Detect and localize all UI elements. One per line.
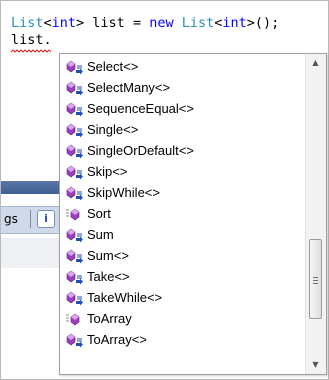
type-name: List	[11, 15, 44, 31]
completion-item-label: Sort	[87, 206, 111, 221]
info-icon[interactable]: i	[37, 210, 55, 228]
completion-item-label: Skip<>	[87, 164, 128, 179]
completion-item-label: SequenceEqual<>	[87, 101, 194, 116]
completion-item-label: Select<>	[87, 59, 139, 74]
completion-item[interactable]: Skip<>	[60, 161, 306, 182]
extension-method-icon	[65, 227, 85, 243]
completion-item[interactable]: Sum<>	[60, 245, 306, 266]
error-squiggle	[11, 49, 51, 53]
completion-item[interactable]: SelectMany<>	[60, 77, 306, 98]
code-text: >();	[246, 15, 280, 31]
completion-item-label: SelectMany<>	[87, 80, 171, 95]
completion-item-label: Single<>	[87, 122, 139, 137]
scroll-thumb[interactable]	[309, 239, 322, 319]
type-name: List	[181, 15, 215, 31]
grip-line	[313, 280, 318, 281]
completion-item[interactable]: SingleOrDefault<>	[60, 140, 306, 161]
completion-item[interactable]: ToArray<>	[60, 329, 306, 350]
scroll-up-arrow-icon[interactable]: ▲	[306, 54, 325, 72]
extension-method-icon	[65, 185, 85, 201]
extension-method-icon	[65, 290, 85, 306]
completion-item[interactable]: Single<>	[60, 119, 306, 140]
completion-item[interactable]: Sum	[60, 224, 306, 245]
background-panel	[1, 238, 59, 268]
completion-item-label: Sum<>	[87, 248, 129, 263]
background-separator	[30, 210, 31, 228]
completion-item-label: TakeWhile<>	[87, 290, 163, 305]
completion-list[interactable]: Select<> SelectMany<> SequenceEqual<> Singl…	[60, 56, 306, 350]
extension-method-icon	[65, 332, 85, 348]
vertical-scrollbar[interactable]: ▲ ▼	[305, 54, 326, 374]
completion-item[interactable]: Select<>	[60, 56, 306, 77]
completion-item-label: SkipWhile<>	[87, 185, 160, 200]
completion-item[interactable]: SequenceEqual<>	[60, 98, 306, 119]
keyword-new: new	[149, 15, 174, 31]
completion-item-label: ToArray<>	[87, 332, 147, 347]
code-line-2: list.	[11, 32, 52, 48]
completion-item[interactable]: TakeWhile<>	[60, 287, 306, 308]
completion-item-label: SingleOrDefault<>	[87, 143, 194, 158]
completion-item-label: Sum	[87, 227, 114, 242]
completion-item-label: ToArray	[87, 311, 132, 326]
completion-item[interactable]: Take<>	[60, 266, 306, 287]
completion-item[interactable]: SkipWhile<>	[60, 182, 306, 203]
extension-method-icon	[65, 269, 85, 285]
method-icon	[65, 311, 85, 327]
intellisense-popup[interactable]: Select<> SelectMany<> SequenceEqual<> Singl…	[59, 53, 327, 375]
method-icon	[65, 206, 85, 222]
extension-method-icon	[65, 122, 85, 138]
generic-open: <	[43, 15, 52, 31]
extension-method-icon	[65, 248, 85, 264]
extension-method-icon	[65, 101, 85, 117]
completion-item[interactable]: Sort	[60, 203, 306, 224]
extension-method-icon	[65, 164, 85, 180]
code-text: > list =	[76, 15, 150, 31]
extension-method-icon	[65, 59, 85, 75]
completion-item[interactable]: ToArray	[60, 308, 306, 329]
background-tab-label: gs	[4, 212, 18, 226]
extension-method-icon	[65, 143, 85, 159]
grip-line	[313, 283, 318, 284]
scroll-down-arrow-icon[interactable]: ▼	[306, 356, 325, 374]
extension-method-icon	[65, 80, 85, 96]
completion-item-label: Take<>	[87, 269, 130, 284]
code-editor[interactable]: List<int> list = new List<int>(); list. …	[0, 0, 329, 380]
keyword-int: int	[51, 15, 77, 31]
code-line-1: List<int> list = new List<int>();	[11, 15, 279, 32]
background-title-bar	[1, 181, 59, 194]
grip-line	[313, 277, 318, 278]
keyword-int: int	[222, 15, 247, 31]
